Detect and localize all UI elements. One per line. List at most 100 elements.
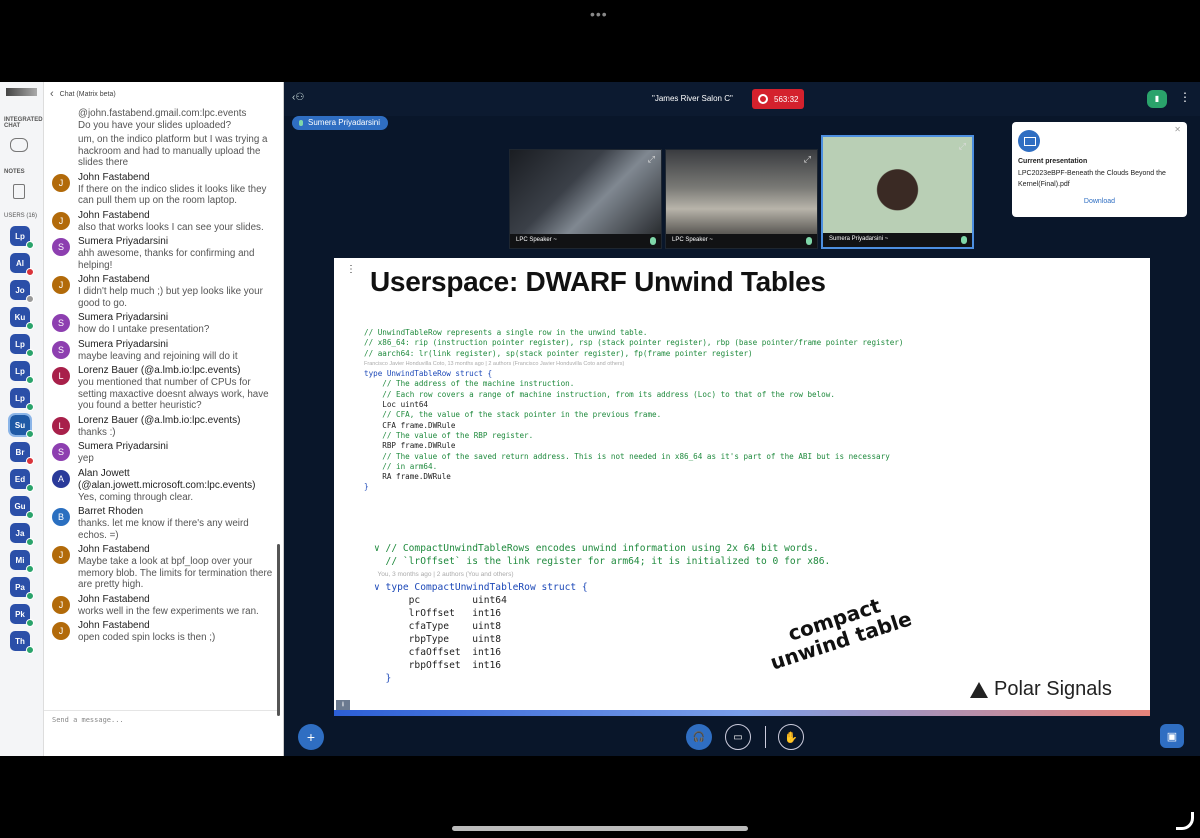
user-initials: Ku (14, 312, 26, 322)
message-input[interactable]: Send a message... (44, 710, 280, 732)
code-block-unwind-row: // UnwindTableRow represents a single ro… (364, 328, 903, 493)
message-text: Maybe take a look at bpf_loop over your … (78, 556, 273, 590)
user-avatar[interactable]: Br (10, 442, 34, 465)
user-avatar[interactable]: Su (8, 413, 34, 438)
window-dots[interactable]: ••• (590, 6, 608, 22)
message-avatar[interactable]: B (52, 508, 70, 526)
chat-message: J John Fastabend Maybe take a look at bpf_… (52, 544, 274, 591)
user-initials: Al (16, 258, 24, 268)
connection-status-icon[interactable]: ▮ (1147, 90, 1167, 108)
message-avatar[interactable]: A (52, 469, 70, 488)
slide-options-icon[interactable]: ⋮ (346, 264, 356, 275)
user-avatar[interactable]: Ku (10, 307, 34, 330)
user-avatar[interactable]: Lp (10, 226, 34, 249)
presence-status-icon (26, 457, 34, 465)
presentation-slide: ⋮ Userspace: DWARF Unwind Tables // Unwi… (334, 258, 1150, 716)
message-avatar[interactable] (52, 110, 70, 128)
user-avatar[interactable]: Lp (10, 334, 34, 357)
presence-status-icon (26, 295, 34, 303)
message-avatar[interactable]: L (52, 367, 70, 385)
chat-message: J John Fastabend open coded spin locks is … (52, 620, 274, 644)
audio-toggle-button[interactable]: 🎧 (686, 724, 712, 750)
chat-message: B Barret Rhoden thanks. let me know if the… (52, 506, 274, 541)
leave-user-icon[interactable]: ‹⚇ (292, 92, 304, 103)
screen-share-button[interactable]: ▣ (1160, 724, 1184, 748)
video-tile-3[interactable]: ⤢ Sumera Priyadarsini ~ (821, 135, 974, 249)
user-avatar[interactable]: Gu (10, 496, 34, 519)
message-avatar[interactable] (52, 136, 70, 154)
expand-icon[interactable]: ⤢ (804, 154, 811, 165)
code-line: CFA frame.DWRule (364, 420, 456, 430)
chat-scrollbar[interactable] (277, 544, 280, 716)
message-text: I didn't help much ;) but yep looks like… (78, 286, 263, 309)
message-avatar[interactable]: S (52, 340, 70, 359)
expand-icon[interactable]: ⤢ (959, 141, 966, 152)
presence-status-icon (26, 403, 34, 411)
raise-hand-button[interactable]: ✋ (778, 724, 804, 750)
user-avatar[interactable]: Al (10, 253, 34, 276)
presence-status-icon (26, 430, 34, 438)
message-sender: Sumera Priyadarsini (78, 338, 169, 350)
user-avatar[interactable]: Lp (10, 388, 34, 411)
camera-toggle-button[interactable]: ▭ (725, 724, 751, 750)
video-tile-2[interactable]: ⤢ LPC Speaker ~ (665, 149, 818, 249)
user-avatar[interactable]: Lp (10, 361, 34, 384)
chat-message: S Sumera Priyadarsini how do I untake pres… (52, 312, 274, 336)
user-avatar[interactable]: Th (10, 631, 34, 654)
message-avatar[interactable]: J (52, 276, 70, 294)
message-avatar[interactable]: S (52, 238, 70, 256)
expand-icon[interactable]: ⤢ (648, 154, 655, 165)
recording-timer: 563:32 (774, 94, 799, 104)
add-button[interactable]: + (298, 724, 324, 750)
user-avatar[interactable]: Pk (10, 604, 34, 627)
message-avatar[interactable]: S (52, 443, 70, 461)
presentation-filename: LPC2023eBPF-Beneath the Clouds Beyond th… (1018, 170, 1166, 188)
user-avatar[interactable]: Jo (10, 280, 34, 303)
message-avatar[interactable]: J (52, 622, 70, 640)
message-text: @john.fastabend.gmail.com:lpc.events Do … (78, 108, 247, 131)
video-tile-1[interactable]: ⤢ LPC Speaker ~ (509, 149, 662, 249)
integrated-chat-label: INTEGRATED CHAT (4, 117, 43, 129)
message-avatar[interactable]: J (52, 546, 70, 564)
code-line: // The address of the machine instructio… (364, 379, 575, 389)
presence-status-icon (26, 592, 34, 600)
chat-icon[interactable] (10, 138, 28, 152)
notes-icon[interactable] (13, 184, 25, 199)
close-icon[interactable]: ✕ (1174, 125, 1181, 134)
message-text: um, on the indico platform but I was try… (78, 134, 268, 168)
presence-status-icon (26, 646, 34, 654)
code-line: RBP frame.DWRule (364, 441, 456, 451)
download-slide-icon[interactable]: ⭳ (336, 700, 350, 710)
message-avatar[interactable]: J (52, 211, 70, 230)
user-avatar[interactable]: Ja (10, 523, 34, 546)
message-avatar[interactable]: S (52, 314, 70, 332)
code-line: // Each row covers a range of machine in… (364, 389, 835, 399)
presence-status-icon (26, 322, 34, 330)
user-avatar[interactable]: Mi (10, 550, 34, 573)
tile-caption: LPC Speaker ~ (666, 234, 817, 248)
home-indicator[interactable] (452, 826, 748, 831)
resize-corner-icon[interactable] (1176, 812, 1194, 830)
chat-message: um, on the indico platform but I was try… (52, 134, 274, 169)
tile-caption: Sumera Priyadarsini ~ (823, 233, 972, 247)
user-avatar[interactable]: Ed (10, 469, 34, 492)
message-avatar[interactable]: J (52, 595, 70, 614)
message-avatar[interactable]: L (52, 416, 70, 435)
back-chevron-icon[interactable]: ‹ (50, 88, 54, 100)
notes-label: NOTES (4, 169, 25, 175)
chat-message: L Lorenz Bauer (@a.lmb.io:lpc.events) you … (52, 365, 274, 412)
mic-icon (650, 237, 656, 245)
message-sender: John Fastabend (78, 171, 150, 183)
download-link[interactable]: Download (1018, 198, 1181, 205)
message-avatar[interactable]: J (52, 173, 70, 192)
chat-header: ‹ Chat (Matrix beta) (44, 82, 283, 106)
mic-icon (806, 237, 812, 245)
message-body: Lorenz Bauer (@a.lmb.io:lpc.events) you m… (78, 365, 274, 412)
polar-signals-logo-icon (970, 681, 988, 698)
user-avatar[interactable]: Pa (10, 577, 34, 600)
chat-message: L Lorenz Bauer (@a.lmb.io:lpc.events) than… (52, 415, 274, 439)
recording-button[interactable]: 563:32 (752, 89, 804, 109)
current-presentation-card: ✕ Current presentation LPC2023eBPF-Benea… (1012, 122, 1187, 217)
more-options-icon[interactable]: ⋮ (1179, 90, 1191, 104)
user-initials: Lp (15, 393, 25, 403)
